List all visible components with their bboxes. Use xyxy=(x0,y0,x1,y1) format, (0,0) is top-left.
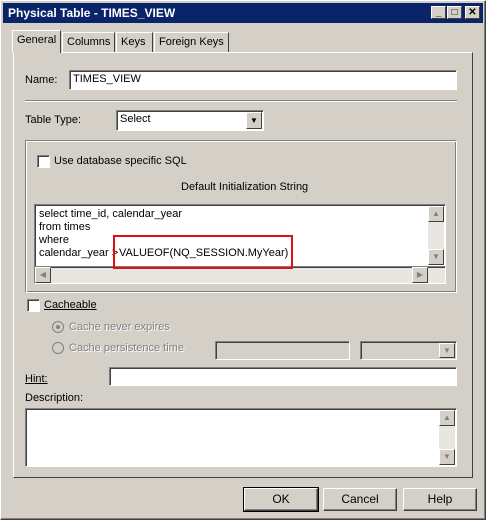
sql-line-1: select time_id, calendar_year xyxy=(39,208,183,220)
sql-scrollbar[interactable]: ▲ ▼ xyxy=(428,206,444,265)
cacheable-checkbox[interactable] xyxy=(27,299,40,312)
table-type-label: Table Type: xyxy=(25,114,82,126)
red-highlight-box xyxy=(113,235,293,269)
close-button[interactable]: ✕ xyxy=(465,6,480,19)
description-label: Description: xyxy=(25,392,84,404)
maximize-button[interactable]: □ xyxy=(447,6,462,19)
table-type-value: Select xyxy=(120,113,151,125)
tab-general[interactable]: General xyxy=(12,30,61,53)
cancel-button[interactable]: Cancel xyxy=(323,488,397,511)
tab-columns-label: Columns xyxy=(67,36,111,48)
scroll-down-icon[interactable]: ▼ xyxy=(428,249,444,265)
ok-button[interactable]: OK xyxy=(243,487,319,512)
use-db-sql-label: Use database specific SQL xyxy=(54,155,187,167)
cache-persistence-label: Cache persistence time xyxy=(69,342,184,354)
scroll-right-icon[interactable]: ▶ xyxy=(412,267,428,283)
name-input[interactable]: TIMES_VIEW xyxy=(69,70,457,90)
use-db-sql-checkbox[interactable] xyxy=(37,155,50,168)
cache-persistence-unit-select[interactable]: ▼ xyxy=(360,341,457,360)
chevron-down-icon[interactable]: ▼ xyxy=(439,343,455,358)
scroll-left-icon[interactable]: ◀ xyxy=(35,267,51,283)
description-scrollbar[interactable]: ▲ ▼ xyxy=(439,410,455,465)
sql-line-3: where xyxy=(39,234,69,246)
minimize-button[interactable]: _ xyxy=(431,6,446,19)
sql-line-4: calendar_year > xyxy=(39,247,119,259)
window-title: Physical Table - TIMES_VIEW xyxy=(8,6,176,20)
cache-persistence-input[interactable] xyxy=(215,341,350,360)
tab-keys[interactable]: Keys xyxy=(116,32,153,52)
description-textarea[interactable]: ▲ ▼ xyxy=(25,408,457,467)
separator xyxy=(25,100,457,102)
table-type-select[interactable]: Select ▼ xyxy=(116,110,264,131)
cacheable-label: Cacheable xyxy=(44,299,97,311)
sql-line-2: from times xyxy=(39,221,91,233)
hint-input[interactable] xyxy=(109,367,457,386)
hint-label: Hint: xyxy=(25,373,48,385)
scroll-up-icon[interactable]: ▲ xyxy=(428,206,444,222)
help-button[interactable]: Help xyxy=(403,488,477,511)
tab-general-label: General xyxy=(17,34,57,46)
cache-persistence-radio[interactable] xyxy=(52,342,64,354)
tab-foreign-keys[interactable]: Foreign Keys xyxy=(154,32,229,52)
physical-table-dialog: Physical Table - TIMES_VIEW _ □ ✕ Genera… xyxy=(0,0,486,520)
tab-columns[interactable]: Columns xyxy=(62,32,115,52)
cache-never-expires-radio[interactable] xyxy=(52,321,64,333)
tab-foreign-keys-label: Foreign Keys xyxy=(159,36,224,48)
name-label: Name: xyxy=(25,74,58,86)
scroll-down-icon[interactable]: ▼ xyxy=(439,449,455,465)
title-bar[interactable]: Physical Table - TIMES_VIEW _ □ ✕ xyxy=(3,3,483,23)
init-string-label: Default Initialization String xyxy=(181,181,309,193)
cache-never-expires-label: Cache never expires xyxy=(69,321,170,333)
scroll-up-icon[interactable]: ▲ xyxy=(439,410,455,426)
chevron-down-icon[interactable]: ▼ xyxy=(246,112,262,129)
tab-keys-label: Keys xyxy=(121,36,146,48)
